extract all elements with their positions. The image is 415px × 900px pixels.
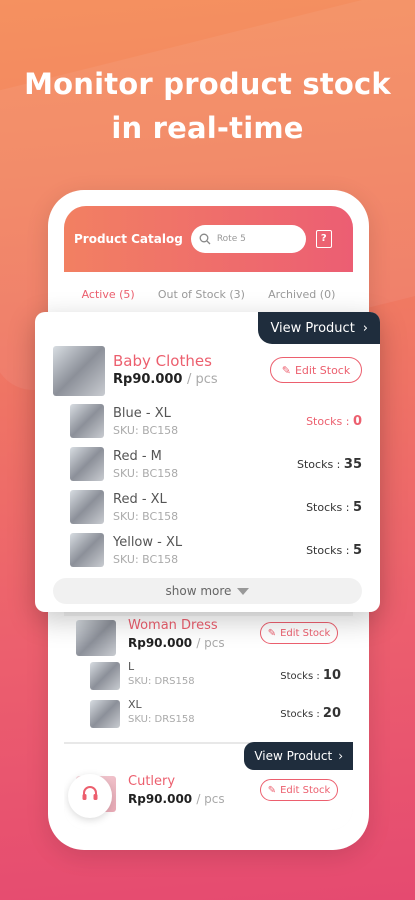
price-value: Rp90.000	[113, 372, 183, 387]
variant-thumbnail	[70, 490, 104, 524]
stock-count: 35	[343, 457, 362, 472]
product-price: Rp90.000 / pcs	[128, 792, 225, 806]
tab-out-of-stock[interactable]: Out of Stock (3)	[158, 288, 245, 301]
variant-thumbnail	[70, 533, 104, 567]
view-product-label: View Product	[254, 749, 333, 763]
variant-sku: SKU: BC158	[113, 467, 179, 480]
variant-stock: Stocks : 10	[280, 668, 341, 683]
app-header: Product Catalog Rote 5 ?	[64, 206, 353, 272]
variant-thumbnail	[70, 404, 104, 438]
edit-stock-button[interactable]: ✎ Edit Stock	[260, 779, 338, 801]
variant-sku: SKU: DRS158	[128, 714, 195, 725]
price-unit: / pcs	[196, 636, 225, 650]
show-more-label: show more	[165, 584, 232, 598]
stock-label: Stocks :	[297, 458, 341, 471]
stock-label: Stocks :	[280, 709, 320, 720]
view-product-button[interactable]: View Product ›	[244, 742, 353, 770]
headline-line-2: in real-time	[111, 111, 304, 145]
view-product-button[interactable]: View Product ›	[258, 312, 380, 344]
stock-label: Stocks :	[280, 671, 320, 682]
chevron-right-icon: ›	[338, 749, 343, 763]
pencil-icon: ✎	[281, 363, 291, 377]
price-unit: / pcs	[196, 792, 225, 806]
product-name: Baby Clothes	[113, 352, 212, 370]
view-product-label: View Product	[270, 320, 355, 336]
show-more-button[interactable]: show more	[53, 578, 362, 604]
variant-name: L	[128, 660, 135, 673]
caret-down-icon	[237, 587, 250, 595]
stock-label: Stocks :	[306, 415, 350, 428]
variant-thumbnail	[70, 447, 104, 481]
product-price: Rp90.000 / pcs	[128, 636, 225, 650]
product-thumbnail	[76, 620, 116, 656]
variant-name: Yellow - XL	[113, 535, 183, 550]
variant-sku: SKU: BC158	[113, 510, 179, 523]
catalog-icon[interactable]: ?	[315, 230, 332, 248]
stock-count: 20	[322, 706, 341, 721]
tab-archived[interactable]: Archived (0)	[268, 288, 335, 301]
variant-name: Red - M	[113, 449, 162, 464]
price-value: Rp90.000	[128, 636, 193, 650]
tab-active[interactable]: Active (5)	[82, 288, 135, 301]
variant-name: Red - XL	[113, 492, 167, 507]
variant-sku: SKU: BC158	[113, 553, 179, 566]
search-icon	[199, 230, 211, 249]
edit-stock-label: Edit Stock	[280, 627, 331, 639]
tab-bar: Active (5) Out of Stock (3) Archived (0)	[64, 272, 353, 316]
edit-stock-label: Edit Stock	[294, 363, 351, 377]
stock-label: Stocks :	[306, 544, 350, 557]
support-button[interactable]	[68, 774, 112, 818]
product-card-woman-dress: Woman Dress Rp90.000 / pcs ✎ Edit Stock …	[64, 616, 353, 744]
stock-count: 0	[352, 414, 362, 429]
stock-count: 5	[352, 500, 362, 515]
stock-label: Stocks :	[306, 501, 350, 514]
variant-stock: Stocks : 5	[306, 500, 362, 515]
headset-icon	[80, 784, 100, 808]
price-value: Rp90.000	[128, 792, 193, 806]
app-title: Product Catalog	[74, 232, 183, 246]
chevron-right-icon: ›	[362, 320, 368, 336]
product-thumbnail	[53, 346, 105, 396]
variant-sku: SKU: BC158	[113, 424, 179, 437]
search-input[interactable]: Rote 5	[190, 225, 306, 253]
product-price: Rp90.000 / pcs	[113, 372, 218, 387]
stock-count: 10	[322, 668, 341, 683]
variant-stock: Stocks : 5	[306, 543, 362, 558]
headline-line-1: Monitor product stock	[24, 67, 391, 101]
pencil-icon: ✎	[267, 784, 277, 796]
price-unit: / pcs	[187, 372, 218, 387]
variant-thumbnail	[90, 662, 120, 690]
headline: Monitor product stock in real-time	[0, 62, 415, 150]
product-name: Woman Dress	[128, 618, 218, 633]
search-placeholder: Rote 5	[216, 234, 246, 244]
variant-name: Blue - XL	[113, 406, 171, 421]
variant-stock: Stocks : 0	[306, 414, 362, 429]
variant-thumbnail	[90, 700, 120, 728]
variant-name: XL	[128, 698, 142, 711]
variant-stock: Stocks : 35	[297, 457, 362, 472]
edit-stock-button[interactable]: ✎ Edit Stock	[270, 357, 362, 383]
variant-stock: Stocks : 20	[280, 706, 341, 721]
pencil-icon: ✎	[267, 627, 277, 639]
stock-count: 5	[352, 543, 362, 558]
expanded-product-card: View Product › Baby Clothes Rp90.000 / p…	[35, 312, 380, 612]
variant-sku: SKU: DRS158	[128, 676, 195, 687]
edit-stock-label: Edit Stock	[280, 784, 331, 796]
edit-stock-button[interactable]: ✎ Edit Stock	[260, 622, 338, 644]
product-name: Cutlery	[128, 774, 176, 789]
